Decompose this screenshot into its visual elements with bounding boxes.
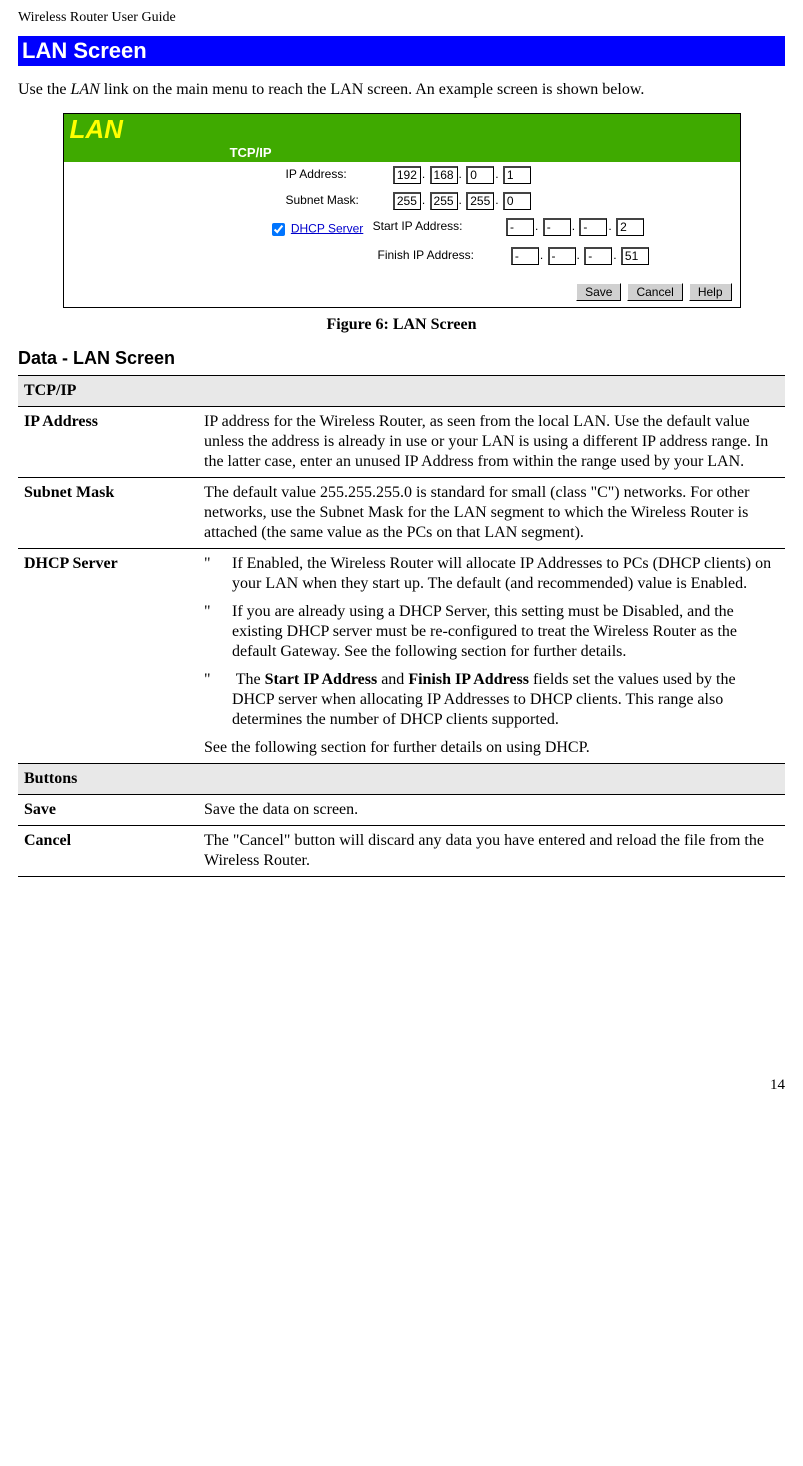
- form-body: IP Address: . . . Subnet Mask: . . . DHC…: [64, 162, 740, 279]
- dhcp-bullet-2: If you are already using a DHCP Server, …: [204, 602, 779, 662]
- screenshot-header-bar: LAN TCP/IP: [64, 114, 740, 162]
- table-row-save: Save Save the data on screen.: [18, 794, 785, 825]
- subnet-octet-1[interactable]: [393, 192, 421, 210]
- b3-pre: The: [236, 671, 265, 688]
- ip-dot-icon: .: [613, 248, 616, 262]
- ip-dot-icon: .: [572, 219, 575, 233]
- page-number: 14: [18, 1077, 785, 1094]
- row-text-cancel: The "Cancel" button will discard any dat…: [198, 825, 785, 876]
- row-text-ip: IP address for the Wireless Router, as s…: [198, 406, 785, 477]
- ip-address-label: IP Address:: [286, 167, 390, 181]
- dhcp-bullet-1: If Enabled, the Wireless Router will all…: [204, 554, 779, 594]
- ip-dot-icon: .: [577, 248, 580, 262]
- b3-bold2: Finish IP Address: [408, 671, 529, 688]
- finish-octet-2[interactable]: [548, 247, 576, 265]
- subnet-label: Subnet Mask:: [286, 193, 390, 207]
- ip-address-row: IP Address: . . .: [286, 166, 732, 184]
- panel-title: LAN: [70, 114, 123, 145]
- row-label-dhcp: DHCP Server: [18, 548, 198, 763]
- ip-octet-3[interactable]: [466, 166, 494, 184]
- row-text-subnet: The default value 255.255.255.0 is stand…: [198, 477, 785, 548]
- intro-pre: Use the: [18, 81, 70, 98]
- ip-octet-4[interactable]: [503, 166, 531, 184]
- figure-wrapper: LAN TCP/IP IP Address: . . . Subnet Mask…: [18, 113, 785, 308]
- ip-dot-icon: .: [540, 248, 543, 262]
- finish-octet-3[interactable]: [584, 247, 612, 265]
- section-row-buttons: Buttons: [18, 763, 785, 794]
- row-label-ip: IP Address: [18, 406, 198, 477]
- dhcp-bullet-list: If Enabled, the Wireless Router will all…: [204, 554, 779, 730]
- ip-octet-1[interactable]: [393, 166, 421, 184]
- dhcp-bullet-3: The Start IP Address and Finish IP Addre…: [204, 670, 779, 730]
- row-label-subnet: Subnet Mask: [18, 477, 198, 548]
- section-row-tcpip: TCP/IP: [18, 375, 785, 406]
- start-octet-4[interactable]: [616, 218, 644, 236]
- subnet-octet-2[interactable]: [430, 192, 458, 210]
- save-button[interactable]: Save: [576, 283, 621, 301]
- page-title: LAN Screen: [18, 36, 785, 66]
- ip-dot-icon: .: [495, 167, 498, 181]
- table-row-cancel: Cancel The "Cancel" button will discard …: [18, 825, 785, 876]
- intro-link-word: LAN: [70, 81, 99, 98]
- ip-dot-icon: .: [459, 167, 462, 181]
- figure-caption: Figure 6: LAN Screen: [18, 316, 785, 334]
- lan-screenshot: LAN TCP/IP IP Address: . . . Subnet Mask…: [63, 113, 741, 308]
- row-label-save: Save: [18, 794, 198, 825]
- start-octet-1[interactable]: [506, 218, 534, 236]
- section-label-tcpip: TCP/IP: [230, 145, 272, 160]
- start-octet-2[interactable]: [543, 218, 571, 236]
- row-label-cancel: Cancel: [18, 825, 198, 876]
- table-row-ip: IP Address IP address for the Wireless R…: [18, 406, 785, 477]
- help-button[interactable]: Help: [689, 283, 732, 301]
- ip-dot-icon: .: [608, 219, 611, 233]
- table-row-subnet: Subnet Mask The default value 255.255.25…: [18, 477, 785, 548]
- intro-paragraph: Use the LAN link on the main menu to rea…: [18, 80, 785, 101]
- ip-dot-icon: .: [422, 193, 425, 207]
- dhcp-checkbox-wrap: DHCP Server: [268, 218, 364, 239]
- cancel-button[interactable]: Cancel: [627, 283, 682, 301]
- dhcp-server-link[interactable]: DHCP Server: [291, 221, 363, 235]
- subnet-row: Subnet Mask: . . .: [286, 192, 732, 210]
- finish-octet-1[interactable]: [511, 247, 539, 265]
- dhcp-server-checkbox[interactable]: [272, 223, 285, 236]
- row-text-save: Save the data on screen.: [198, 794, 785, 825]
- button-row: Save Cancel Help: [64, 279, 740, 307]
- section-header-buttons: Buttons: [18, 763, 785, 794]
- section-header-tcpip: TCP/IP: [18, 375, 785, 406]
- data-heading: Data - LAN Screen: [18, 348, 785, 369]
- ip-dot-icon: .: [459, 193, 462, 207]
- subnet-octet-3[interactable]: [466, 192, 494, 210]
- b3-bold1: Start IP Address: [265, 671, 378, 688]
- row-text-dhcp: If Enabled, the Wireless Router will all…: [198, 548, 785, 763]
- finish-octet-4[interactable]: [621, 247, 649, 265]
- finish-ip-row: Finish IP Address: . . .: [286, 247, 732, 265]
- start-ip-label: Start IP Address:: [373, 219, 503, 233]
- start-ip-row: DHCP Server Start IP Address: . . .: [286, 218, 732, 239]
- start-octet-3[interactable]: [579, 218, 607, 236]
- table-row-dhcp: DHCP Server If Enabled, the Wireless Rou…: [18, 548, 785, 763]
- finish-ip-label: Finish IP Address:: [378, 248, 508, 262]
- ip-dot-icon: .: [495, 193, 498, 207]
- b3-mid: and: [377, 671, 408, 688]
- intro-post: link on the main menu to reach the LAN s…: [100, 81, 645, 98]
- ip-dot-icon: .: [535, 219, 538, 233]
- subnet-octet-4[interactable]: [503, 192, 531, 210]
- data-table: TCP/IP IP Address IP address for the Wir…: [18, 375, 785, 877]
- ip-dot-icon: .: [422, 167, 425, 181]
- running-header: Wireless Router User Guide: [18, 10, 785, 26]
- dhcp-tail: See the following section for further de…: [204, 738, 779, 758]
- ip-octet-2[interactable]: [430, 166, 458, 184]
